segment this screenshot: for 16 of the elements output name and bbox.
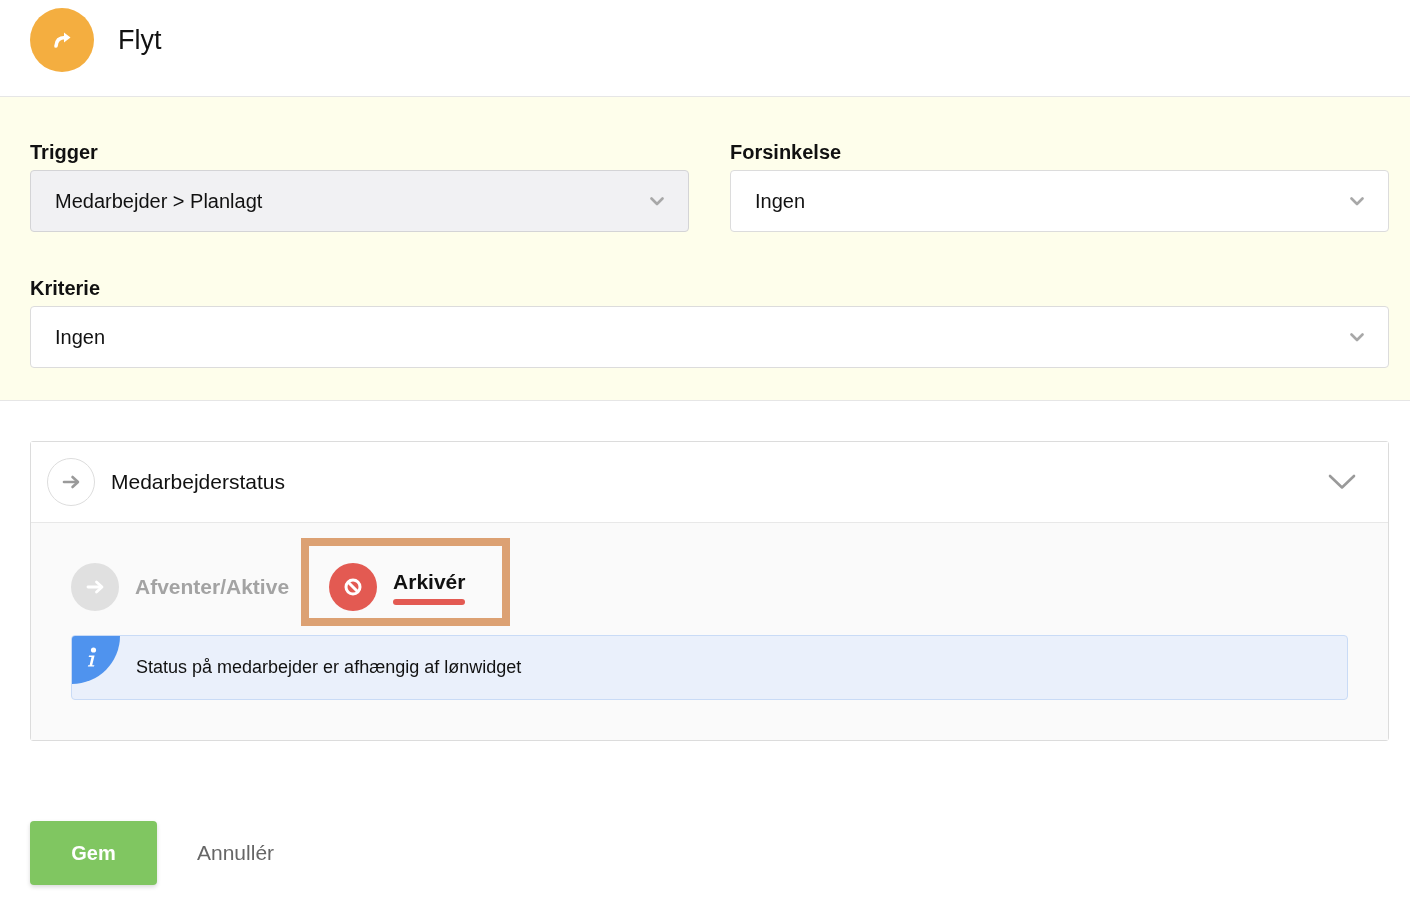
select-field[interactable]: Ingen — [30, 306, 1389, 368]
status-option[interactable]: Arkivér — [329, 563, 466, 611]
page-title: Flyt — [118, 24, 162, 56]
field-label: Trigger — [30, 140, 98, 164]
chevron-down-icon[interactable] — [1328, 474, 1356, 490]
select-field[interactable]: Ingen — [730, 170, 1389, 232]
field-label: Kriterie — [30, 276, 101, 300]
chevron-down-icon — [1350, 196, 1364, 206]
chevron-down-icon — [650, 196, 664, 206]
info-text: Status på medarbejder er afhængig af lønwidget — [136, 657, 522, 678]
cancel-button[interactable]: Annullér — [197, 841, 275, 865]
chevron-down-icon — [1350, 332, 1364, 342]
card-title: Medarbejderstatus — [111, 470, 286, 494]
info-icon — [72, 636, 120, 684]
ban-icon — [329, 563, 378, 611]
field-label: Forsinkelse — [730, 140, 842, 164]
